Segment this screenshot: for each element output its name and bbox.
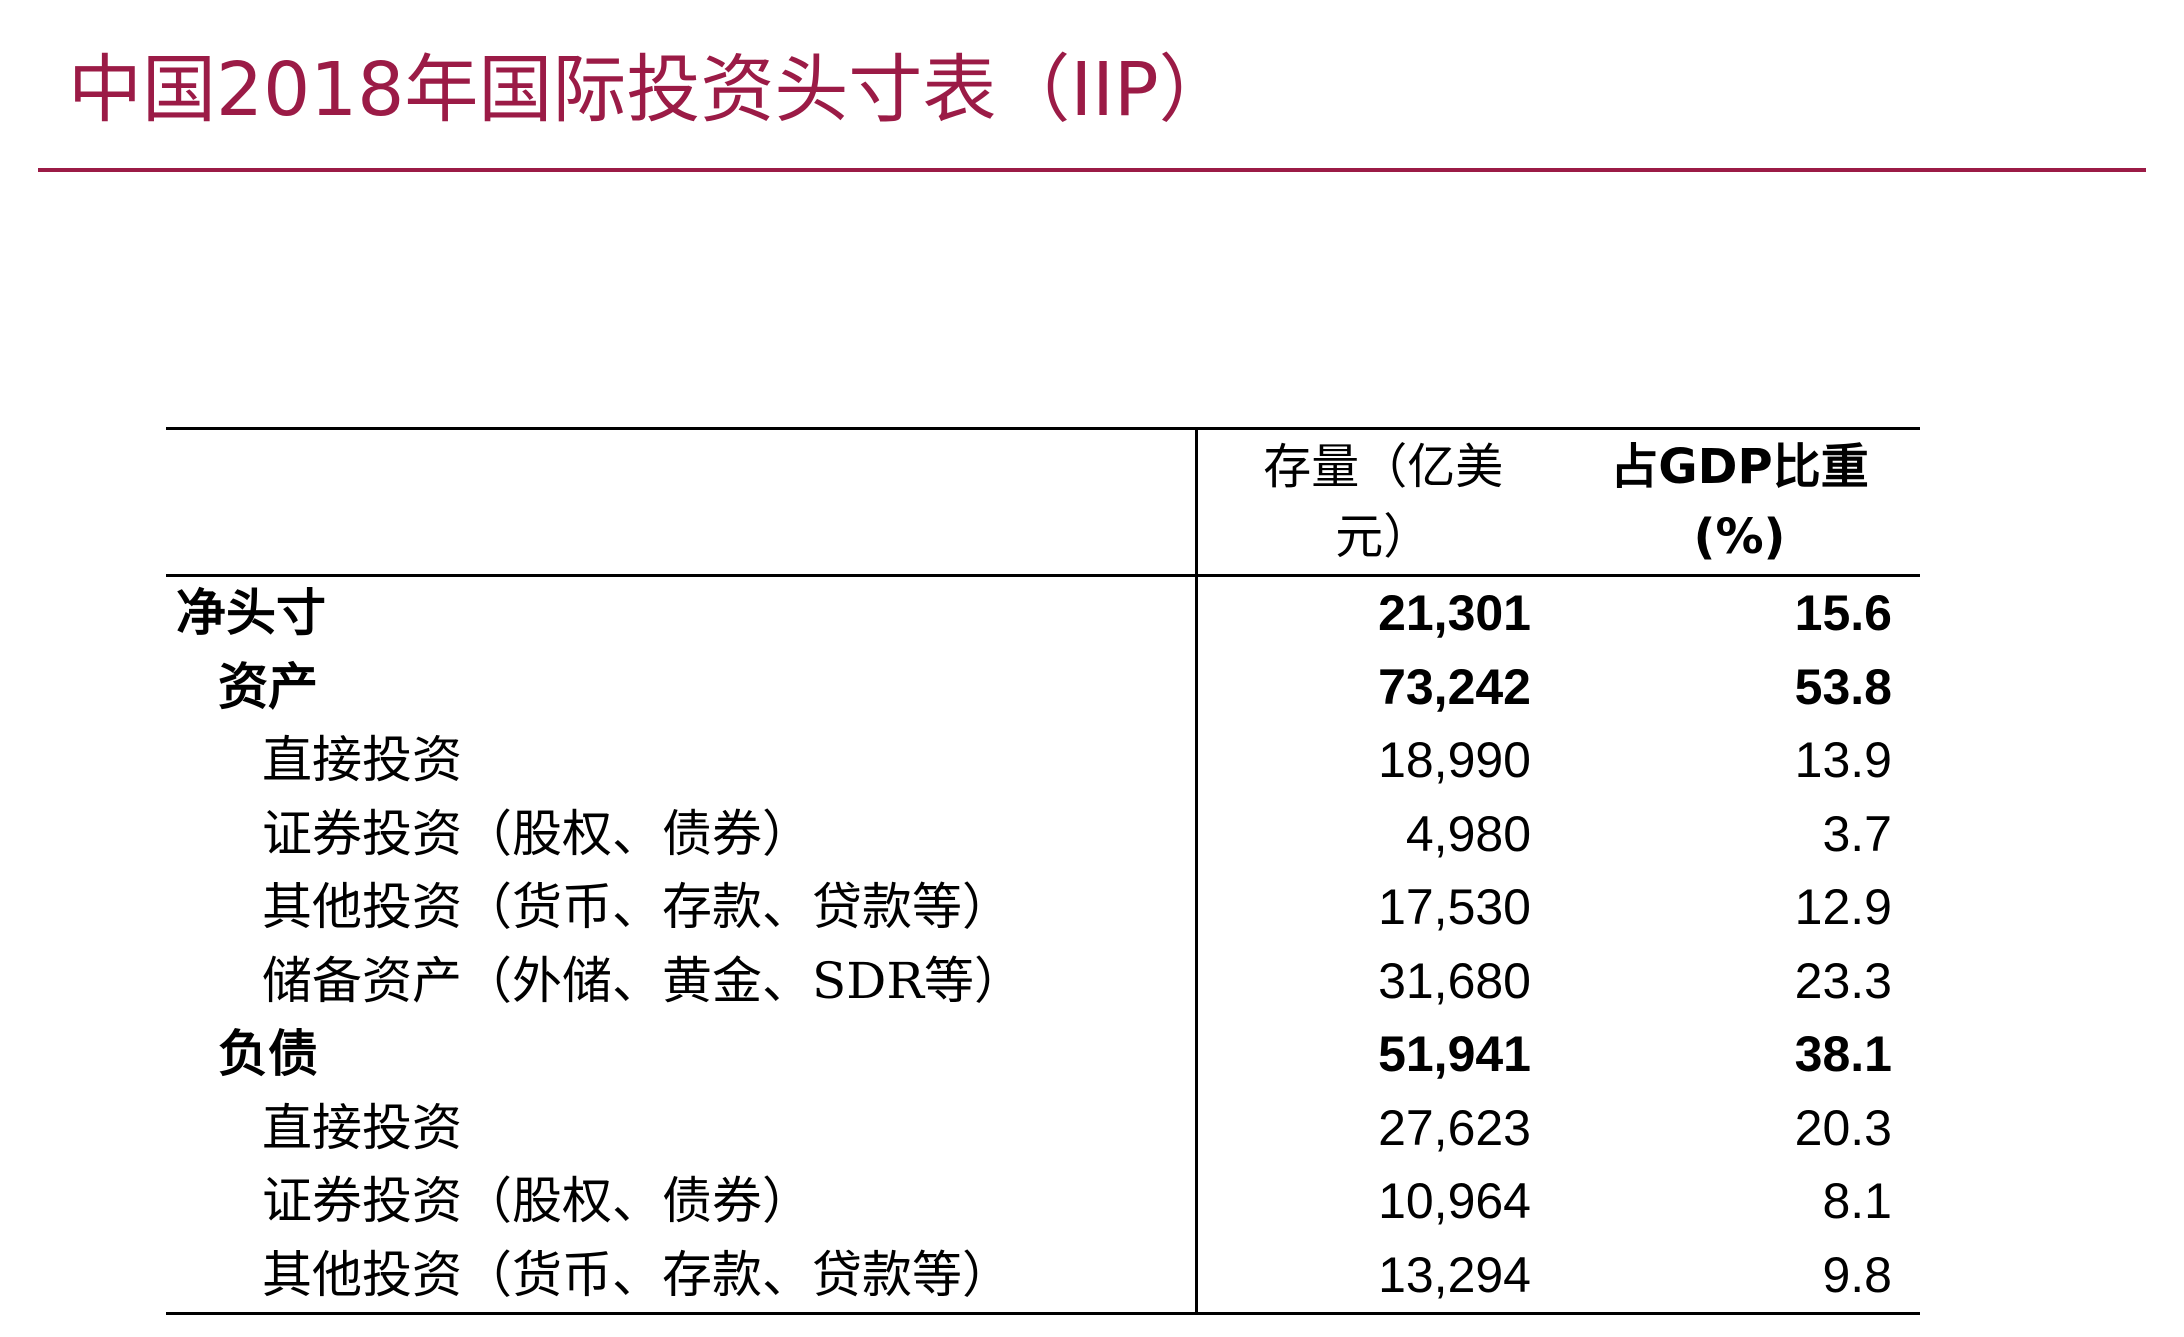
table-header-row: 存量（亿美 元） 占GDP比重 (%) (166, 428, 1920, 576)
table-row: 直接投资 18,990 13.9 (166, 724, 1920, 798)
row-label: 其他投资（货币、存款、贷款等） (166, 1238, 1196, 1315)
title-divider (38, 168, 2146, 172)
row-stock: 21,301 (1194, 575, 1559, 651)
page-title: 中国2018年国际投资头寸表（IIP） (68, 47, 1233, 133)
header-stock: 存量（亿美 元） (1194, 428, 1559, 576)
row-gdp-share: 38.1 (1794, 1026, 1892, 1082)
row-label: 资产 (218, 657, 318, 716)
row-label: 负债 (218, 1025, 318, 1083)
row-label: 其他投资（货币、存款、贷款等） (262, 878, 1012, 936)
table-row: 负债 51,941 38.1 (166, 1018, 1920, 1092)
header-stock-line1: 存量（亿美 (1263, 439, 1504, 495)
row-stock: 31,680 (1194, 944, 1559, 1018)
row-stock: 27,623 (1194, 1091, 1559, 1165)
row-gdp-share: 8.1 (1822, 1173, 1892, 1229)
row-gdp-share: 20.3 (1794, 1099, 1892, 1156)
header-label (166, 429, 1196, 576)
table-row: 直接投资 27,623 20.3 (166, 1091, 1920, 1165)
header-gdp-line1: 占GDP比重 (1610, 439, 1869, 495)
row-label: 直接投资 (262, 1098, 462, 1157)
table-row: 其他投资（货币、存款、贷款等） 13,294 9.8 (166, 1238, 1920, 1315)
row-stock: 10,964 (1194, 1165, 1559, 1239)
row-stock: 51,941 (1194, 1018, 1559, 1092)
iip-table: 存量（亿美 元） 占GDP比重 (%) 净头寸 21,301 15.6 资产 7… (166, 427, 1920, 1315)
row-stock: 73,242 (1194, 650, 1559, 724)
row-stock: 13,294 (1194, 1238, 1559, 1315)
row-label: 直接投资 (262, 731, 462, 789)
header-gdp-share: 占GDP比重 (%) (1559, 429, 1920, 576)
table-row: 净头寸 21,301 15.6 (166, 575, 1920, 651)
row-stock: 17,530 (1194, 871, 1559, 945)
row-stock: 18,990 (1194, 724, 1559, 798)
row-label: 证券投资（股权、债券） (262, 804, 812, 863)
row-label: 净头寸 (176, 584, 326, 642)
table-row: 储备资产（外储、黄金、SDR等） 31,680 23.3 (166, 944, 1920, 1018)
row-gdp-share: 9.8 (1559, 1238, 1920, 1315)
table-row: 证券投资（股权、债券） 4,980 3.7 (166, 797, 1920, 871)
table-row: 资产 73,242 53.8 (166, 650, 1920, 724)
row-gdp-share: 23.3 (1794, 952, 1892, 1009)
header-gdp-line2: (%) (1693, 509, 1786, 565)
table-row: 其他投资（货币、存款、贷款等） 17,530 12.9 (166, 871, 1920, 945)
row-gdp-share: 15.6 (1794, 585, 1892, 641)
header-stock-line2: 元） (1335, 509, 1432, 565)
row-label: 证券投资（股权、债券） (262, 1172, 812, 1230)
table-row: 证券投资（股权、债券） 10,964 8.1 (166, 1165, 1920, 1239)
row-gdp-share: 53.8 (1794, 658, 1892, 715)
row-gdp-share: 13.9 (1794, 732, 1892, 788)
iip-table-container: 存量（亿美 元） 占GDP比重 (%) 净头寸 21,301 15.6 资产 7… (166, 427, 1920, 1315)
row-gdp-share: 12.9 (1794, 879, 1892, 935)
row-stock: 4,980 (1194, 797, 1559, 871)
row-label: 储备资产（外储、黄金、SDR等） (262, 951, 1024, 1010)
row-gdp-share: 3.7 (1822, 805, 1892, 862)
